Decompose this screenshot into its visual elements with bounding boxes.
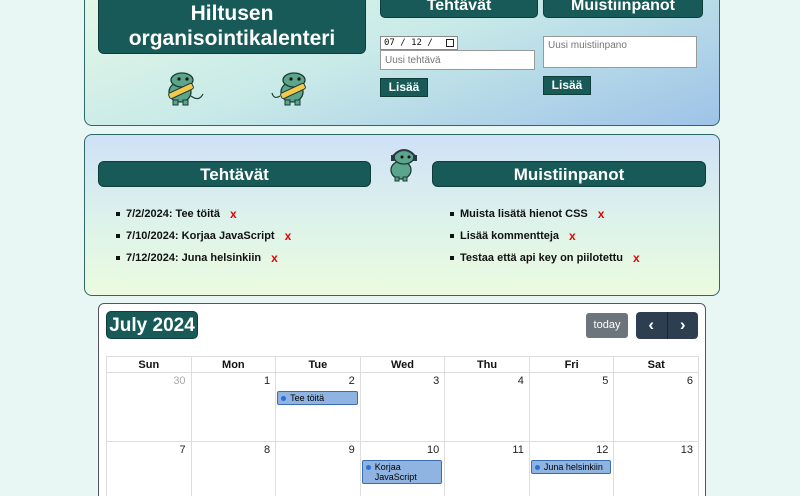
note-text: Testaa että api key on piilotettu	[460, 252, 623, 264]
day-number: 6	[686, 375, 693, 387]
weekday-header: Sat	[613, 356, 699, 373]
add-task-button[interactable]: Lisää	[380, 78, 428, 97]
delete-icon[interactable]: x	[569, 229, 576, 243]
day-number: 10	[427, 444, 440, 456]
task-item: 7/12/2024: Juna helsinkiin x	[116, 247, 291, 269]
dinosaur-headphones-icon	[390, 149, 417, 182]
add-task-heading: Tehtävät	[380, 0, 538, 18]
day-number: 11	[512, 444, 524, 456]
weekday-header: Tue	[275, 356, 361, 373]
weekday-header: Fri	[528, 356, 615, 373]
task-text: 7/10/2024: Korjaa JavaScript	[126, 230, 275, 242]
note-text-input[interactable]	[543, 36, 697, 68]
chevron-right-icon[interactable]: ›	[668, 312, 699, 339]
note-list: Muista lisätä hienot CSS x Lisää komment…	[450, 203, 640, 269]
event-title: Korjaa JavaScript	[374, 462, 417, 482]
note-item: Muista lisätä hienot CSS x	[450, 203, 640, 225]
note-text: Lisää kommentteja	[460, 230, 560, 242]
bullet	[450, 234, 454, 238]
day-number: 4	[517, 375, 524, 387]
calendar-day-cell[interactable]: 1	[190, 372, 277, 442]
calendar-week-row: 30 1 2 Tee töitä 3 4 5 6	[106, 372, 699, 442]
weekday-header: Mon	[190, 356, 277, 373]
bullet	[450, 256, 454, 260]
page-title: Hiltusen organisointikalenteri	[98, 0, 366, 54]
calendar-day-cell[interactable]: 6	[613, 372, 699, 442]
today-button[interactable]: today	[586, 313, 628, 338]
tasks-heading: Tehtävät	[98, 161, 371, 187]
notes-heading: Muistiinpanot	[432, 161, 706, 187]
calendar-icon[interactable]	[446, 39, 454, 47]
calendar-day-cell[interactable]: 3	[359, 372, 446, 442]
dinosaur-pencil-icon	[168, 72, 204, 106]
delete-icon[interactable]: x	[230, 207, 237, 221]
event-dot-icon	[365, 465, 371, 470]
bullet	[116, 256, 120, 260]
task-text: 7/12/2024: Juna helsinkiin	[126, 252, 262, 264]
event-title: Juna helsinkiin	[543, 462, 603, 472]
chevron-left-icon[interactable]: ‹	[636, 312, 668, 339]
calendar-day-cell[interactable]: 8	[190, 441, 277, 496]
delete-icon[interactable]: x	[598, 207, 605, 221]
day-number: 1	[264, 375, 271, 387]
event-title: Tee töitä	[290, 393, 325, 403]
note-item: Testaa että api key on piilotettu x	[450, 247, 640, 269]
note-item: Lisää kommentteja x	[450, 225, 640, 247]
day-number: 13	[680, 444, 693, 456]
day-number: 30	[173, 375, 186, 387]
bullet	[450, 212, 454, 216]
add-note-button[interactable]: Lisää	[543, 76, 591, 95]
calendar-day-cell[interactable]: 11	[444, 441, 530, 496]
day-number: 8	[264, 444, 271, 456]
weekday-header-row: Sun Mon Tue Wed Thu Fri Sat	[106, 356, 699, 373]
calendar-day-cell[interactable]: 4	[444, 372, 530, 442]
weekday-header: Thu	[444, 356, 530, 373]
calendar-grid: Sun Mon Tue Wed Thu Fri Sat 30 1 2 Tee t…	[106, 356, 699, 496]
delete-icon[interactable]: x	[633, 251, 640, 265]
calendar-week-row: 7 8 9 10 Korjaa JavaScript 11 12 Juna he…	[106, 441, 699, 496]
calendar-day-cell[interactable]: 30	[106, 372, 192, 442]
weekday-header: Wed	[359, 356, 446, 373]
calendar-day-cell[interactable]: 9	[275, 441, 361, 496]
calendar-event[interactable]: Korjaa JavaScript	[361, 460, 443, 484]
day-number: 3	[433, 375, 440, 387]
task-date-input[interactable]: 07 / 12 / 2024	[380, 36, 458, 60]
day-number: 5	[602, 375, 609, 387]
day-number: 2	[348, 375, 355, 387]
calendar-day-cell[interactable]: 12 Juna helsinkiin	[528, 441, 615, 496]
task-text: 7/2/2024: Tee töitä	[126, 208, 220, 220]
calendar-nav: ‹ ›	[636, 312, 698, 339]
calendar-day-cell[interactable]: 2 Tee töitä	[275, 372, 361, 442]
event-dot-icon	[534, 465, 540, 470]
bullet	[116, 234, 120, 238]
dinosaur-pencil-icon	[271, 72, 306, 106]
task-text-input[interactable]	[380, 50, 535, 70]
event-dot-icon	[281, 396, 287, 401]
calendar-day-cell[interactable]: 10 Korjaa JavaScript	[359, 441, 446, 496]
calendar-day-cell[interactable]: 13	[613, 441, 699, 496]
delete-icon[interactable]: x	[285, 229, 292, 243]
weekday-header: Sun	[106, 356, 192, 373]
day-number: 9	[348, 444, 355, 456]
delete-icon[interactable]: x	[271, 251, 278, 265]
add-note-heading: Muistiinpanot	[543, 0, 703, 18]
calendar-month-title: July 2024	[106, 311, 198, 339]
calendar-event[interactable]: Juna helsinkiin	[530, 460, 612, 474]
note-text: Muista lisätä hienot CSS	[460, 208, 588, 220]
calendar-day-cell[interactable]: 7	[106, 441, 192, 496]
day-number: 12	[596, 444, 609, 456]
calendar-event[interactable]: Tee töitä	[277, 391, 358, 405]
task-list: 7/2/2024: Tee töitä x 7/10/2024: Korjaa …	[116, 203, 291, 269]
calendar-day-cell[interactable]: 5	[528, 372, 615, 442]
bullet	[116, 212, 120, 216]
day-number: 7	[179, 444, 186, 456]
task-item: 7/10/2024: Korjaa JavaScript x	[116, 225, 291, 247]
task-item: 7/2/2024: Tee töitä x	[116, 203, 291, 225]
